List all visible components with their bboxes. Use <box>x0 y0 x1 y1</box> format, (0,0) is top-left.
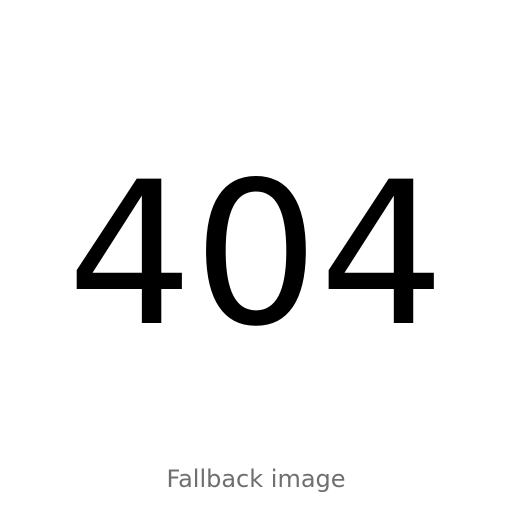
fallback-caption: Fallback image <box>166 465 346 493</box>
fallback-image-page: 404 Fallback image <box>0 0 512 512</box>
error-code: 404 <box>67 139 445 370</box>
